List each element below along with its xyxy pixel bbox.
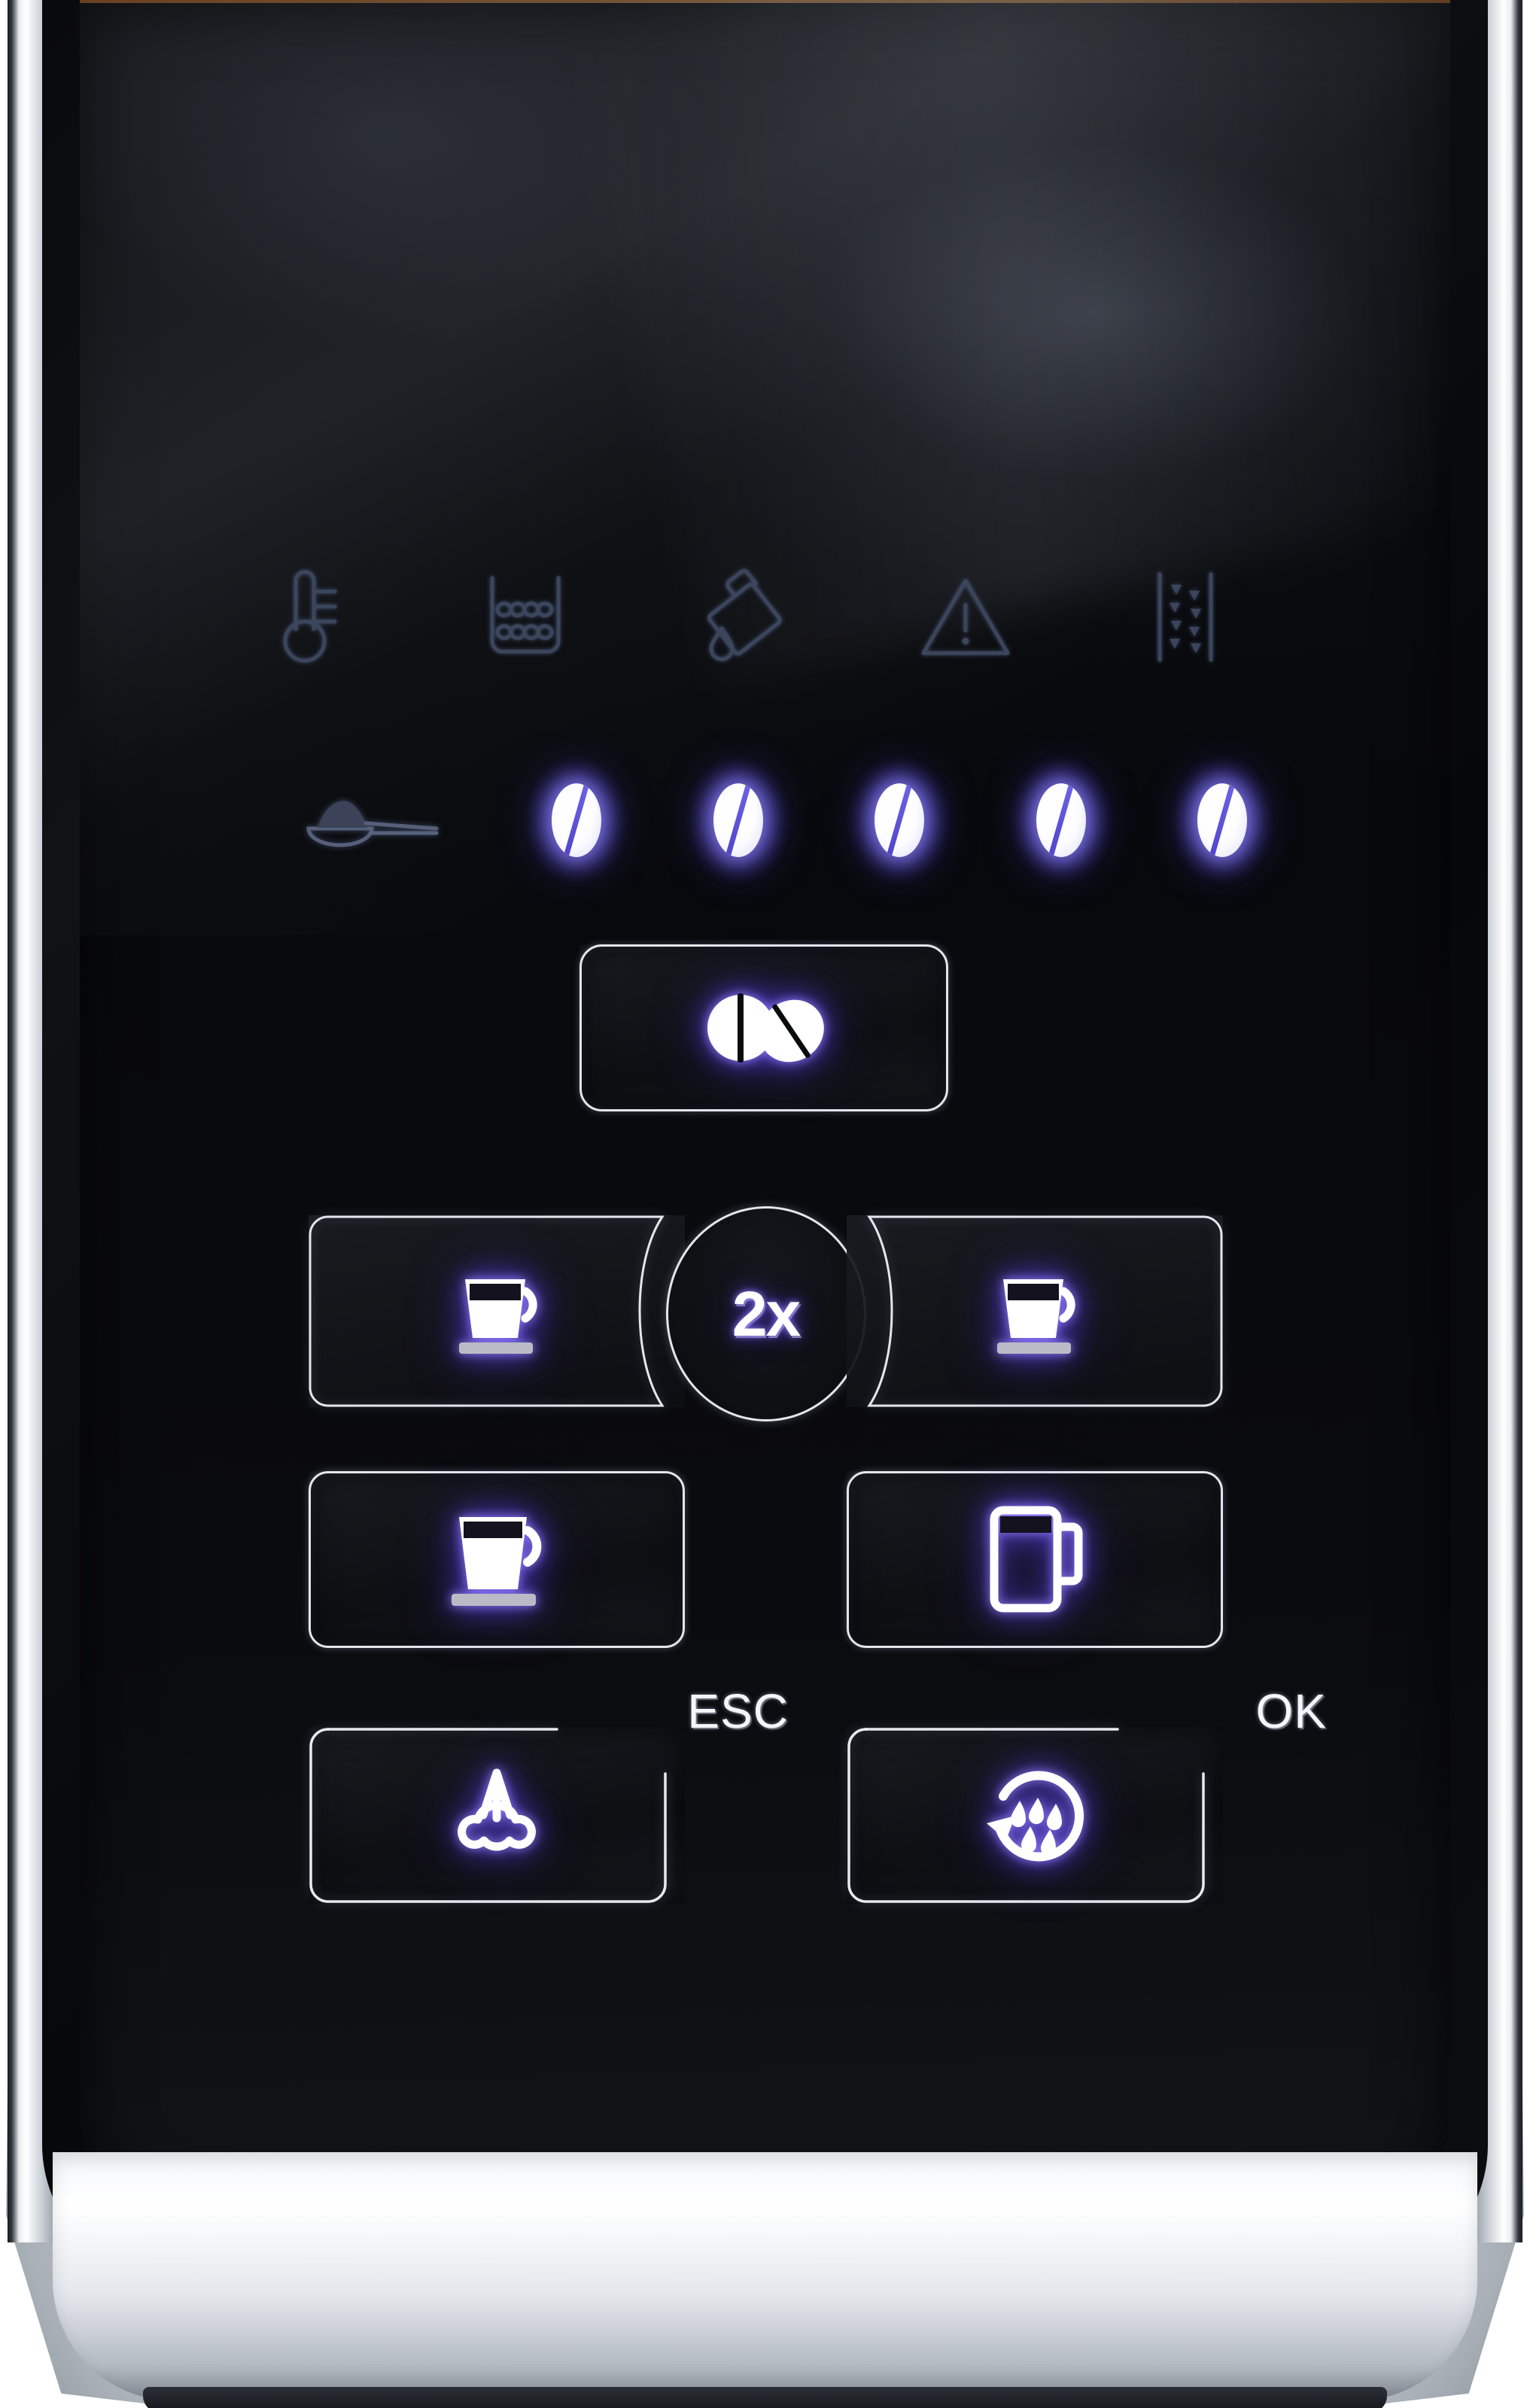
rinse-cycle-icon: [976, 1757, 1094, 1874]
steam-esc-button[interactable]: ESC: [309, 1684, 788, 1904]
bottom-chrome-lip: [53, 2152, 1477, 2400]
espresso-cup-icon: [440, 1255, 554, 1368]
water-tank-pour-icon: [689, 557, 802, 677]
steam-nozzle-icon: [440, 1759, 553, 1872]
bean-strength-button[interactable]: [579, 944, 948, 1111]
coffee-scoop-icon: [301, 788, 444, 860]
bottom-foot: [143, 2387, 1387, 2408]
control-panel: [80, 0, 1450, 2227]
two-coffee-beans-icon: [685, 983, 843, 1073]
coffee-bean-lamp-icon: [527, 759, 626, 882]
espresso-cup-icon: [978, 1255, 1092, 1368]
coffee-bean-lamp-icon: [1173, 759, 1272, 882]
esc-label: ESC: [687, 1684, 789, 1738]
ok-label: OK: [1255, 1684, 1327, 1738]
bean-strength-lamp-row: [527, 759, 1272, 882]
screenshot-stage: 2x ESC OK: [0, 0, 1530, 2408]
coffee-bean-lamp-icon: [1011, 759, 1111, 882]
double-shot-button[interactable]: 2x: [665, 1206, 866, 1421]
tall-glass-mug-icon: [975, 1494, 1095, 1626]
status-indicator-row: [248, 553, 1242, 681]
espresso-left-button[interactable]: [309, 1215, 685, 1407]
coffee-bean-lamp-icon: [688, 759, 788, 882]
espresso-right-button[interactable]: [847, 1215, 1223, 1407]
thermometer-icon: [248, 557, 361, 677]
lamp-bean: [552, 783, 601, 857]
strength-row: [301, 759, 1272, 882]
water-filter-icon: [1129, 557, 1242, 677]
lamp-bean: [875, 783, 924, 857]
lamp-bean: [713, 783, 763, 857]
lamp-bean: [1036, 783, 1086, 857]
lamp-bean: [1197, 783, 1247, 857]
coffee-cup-icon: [432, 1496, 561, 1624]
double-shot-label: 2x: [732, 1278, 801, 1349]
espresso-button-row: 2x: [309, 1206, 1223, 1421]
latte-macchiato-button[interactable]: [847, 1471, 1223, 1648]
warning-triangle-icon: [909, 557, 1022, 677]
coffee-button[interactable]: [309, 1471, 685, 1648]
panel-top-hairline: [80, 0, 1450, 3]
grounds-container-icon: [469, 557, 582, 677]
coffee-bean-lamp-icon: [850, 759, 949, 882]
rinse-ok-button[interactable]: OK: [847, 1684, 1326, 1904]
